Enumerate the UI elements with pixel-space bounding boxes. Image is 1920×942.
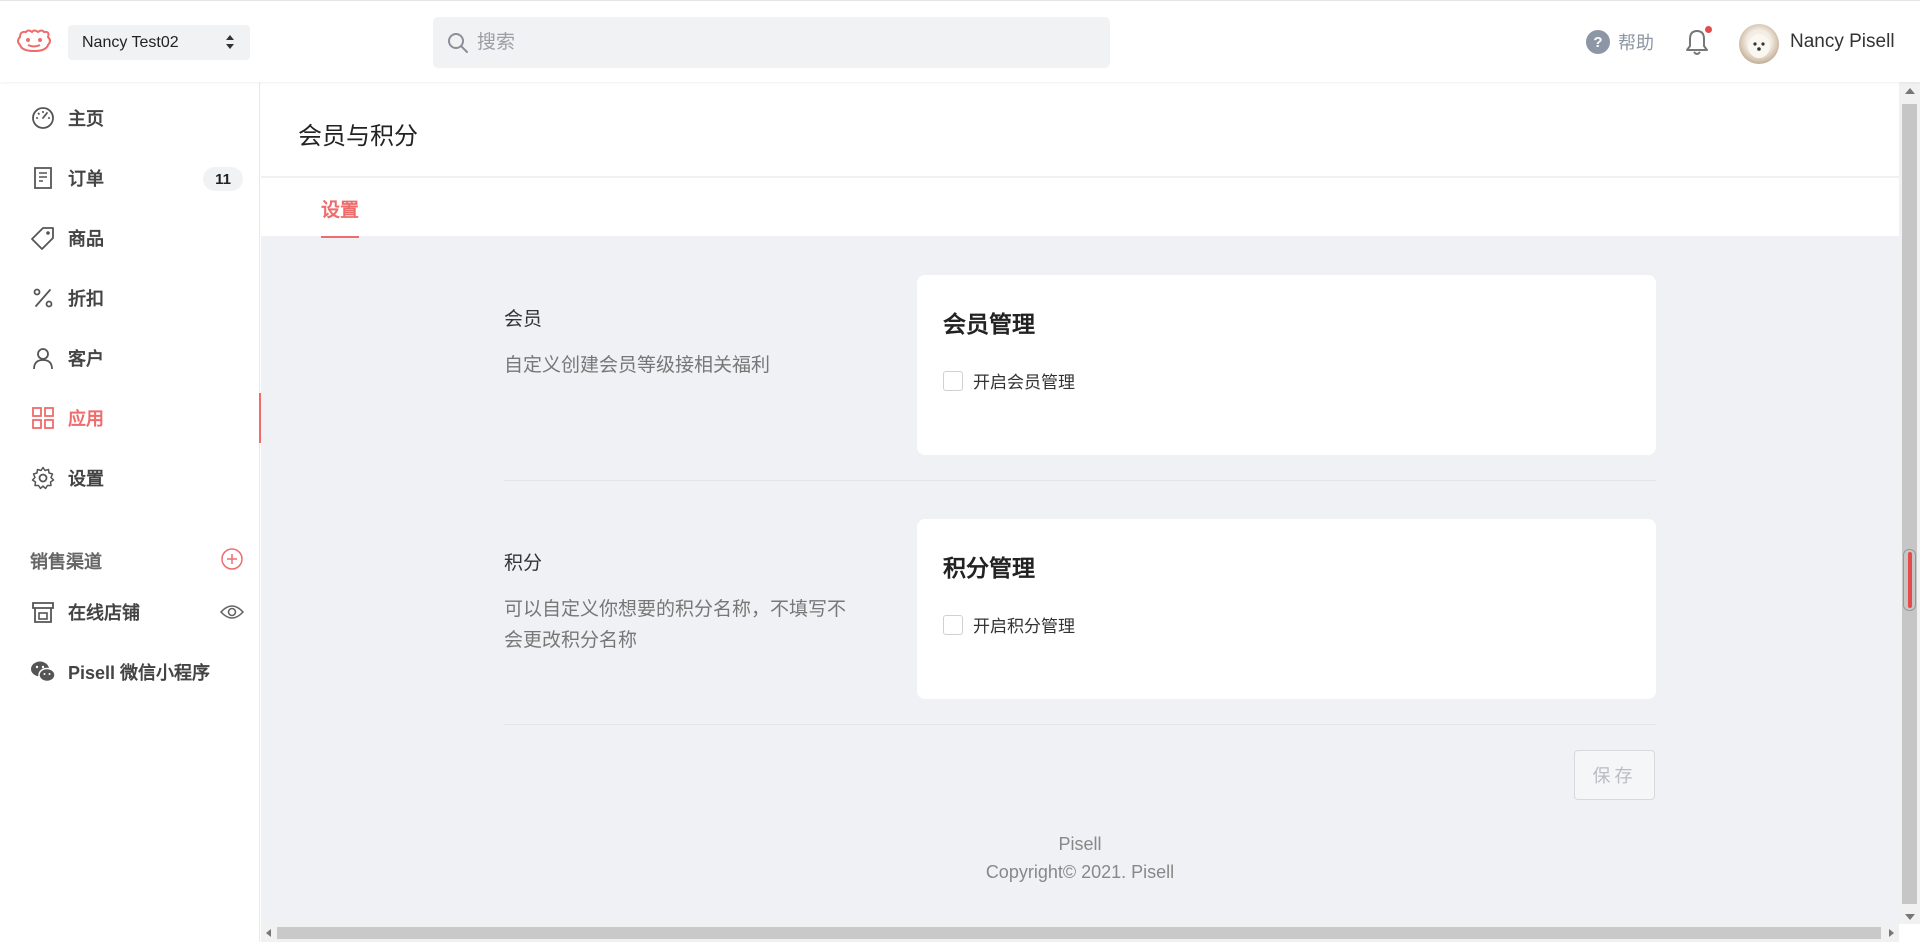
enable-points-option[interactable]: 开启积分管理 — [943, 612, 1075, 637]
scroll-position-marker — [1908, 552, 1912, 608]
help-label: 帮助 — [1618, 33, 1654, 53]
scroll-up-arrow-icon[interactable] — [1905, 88, 1915, 94]
store-name: Nancy Test02 — [82, 33, 179, 51]
apps-grid-icon — [30, 405, 56, 431]
points-card: 积分管理 开启积分管理 — [917, 519, 1656, 699]
main-content: 会员与积分 设置 会员 自定义创建会员等级接相关福利 会员管理 开启会员管理 积… — [261, 82, 1899, 924]
horizontal-scrollbar[interactable] — [261, 924, 1899, 942]
svg-text:?: ? — [1593, 34, 1602, 51]
enable-membership-checkbox[interactable] — [943, 370, 963, 391]
divider — [504, 480, 1656, 481]
tab-settings[interactable]: 设置 — [321, 195, 360, 238]
checkbox-label: 开启会员管理 — [973, 373, 1075, 392]
footer-brand: Pisell — [1058, 834, 1102, 854]
membership-card: 会员管理 开启会员管理 — [917, 275, 1656, 455]
enable-points-checkbox[interactable] — [943, 614, 963, 635]
pisell-logo-icon[interactable] — [16, 27, 52, 55]
sidebar-item-label: 订单 — [68, 169, 104, 189]
page-title: 会员与积分 — [298, 123, 418, 150]
sidebar-item-wechat-mini-program[interactable]: Pisell 微信小程序 — [0, 650, 260, 694]
sidebar-item-customers[interactable]: 客户 — [0, 336, 260, 380]
card-title: 会员管理 — [943, 311, 1035, 337]
vertical-scrollbar[interactable] — [1899, 82, 1920, 924]
section-title: 会员 — [504, 309, 543, 330]
search-box[interactable] — [433, 17, 1110, 68]
user-name[interactable]: Nancy Pisell — [1790, 31, 1895, 53]
footer-copyright: Copyright© 2021. Pisell — [985, 862, 1175, 882]
sidebar-item-label: 客户 — [68, 349, 104, 369]
membership-section-info: 会员 自定义创建会员等级接相关福利 — [504, 304, 864, 381]
scroll-right-arrow-icon[interactable] — [1889, 929, 1894, 937]
page-header: 会员与积分 — [261, 82, 1899, 177]
percent-icon — [30, 285, 56, 311]
top-bar: Nancy Test02 ? 帮助 Nancy Pisell — [0, 0, 1920, 82]
help-circle-icon: ? — [1586, 30, 1610, 54]
sidebar-item-label: 商品 — [68, 229, 104, 249]
points-section-info: 积分 可以自定义你想要的积分名称，不填写不会更改积分名称 — [504, 548, 864, 656]
sidebar: 主页 订单 11 商品 折扣 客户 应用 设置 销售渠道 在线店铺 Pisell… — [0, 82, 261, 942]
orders-count-badge: 11 — [203, 167, 243, 191]
help-link[interactable]: ? 帮助 — [1586, 29, 1654, 55]
sidebar-item-home[interactable]: 主页 — [0, 96, 260, 140]
wechat-icon — [30, 659, 56, 685]
sidebar-item-orders[interactable]: 订单 11 — [0, 156, 260, 200]
scrollbar-thumb[interactable] — [1902, 104, 1917, 904]
save-button[interactable]: 保存 — [1574, 750, 1655, 800]
section-description: 可以自定义你想要的积分名称，不填写不会更改积分名称 — [504, 599, 847, 651]
search-icon — [448, 32, 468, 53]
user-icon — [30, 345, 56, 371]
sidebar-item-label: 设置 — [68, 469, 104, 489]
card-title: 积分管理 — [943, 555, 1035, 581]
sort-arrows-icon — [226, 35, 234, 49]
sidebar-item-apps[interactable]: 应用 — [0, 393, 261, 443]
scrollbar-thumb[interactable] — [277, 927, 1881, 939]
sidebar-item-settings[interactable]: 设置 — [0, 456, 260, 500]
gear-icon — [30, 465, 56, 491]
tab-bar: 设置 — [261, 178, 1899, 238]
enable-membership-option[interactable]: 开启会员管理 — [943, 368, 1075, 393]
notifications-button[interactable] — [1685, 26, 1712, 56]
sidebar-item-discounts[interactable]: 折扣 — [0, 276, 260, 320]
search-input[interactable] — [477, 31, 1077, 54]
sidebar-item-label: 主页 — [68, 109, 104, 129]
sidebar-item-label: 在线店铺 — [68, 603, 140, 623]
checkbox-label: 开启积分管理 — [973, 617, 1075, 636]
dashboard-icon — [30, 105, 56, 131]
avatar[interactable] — [1739, 24, 1779, 64]
section-description: 自定义创建会员等级接相关福利 — [504, 355, 771, 376]
store-selector[interactable]: Nancy Test02 — [68, 25, 250, 60]
eye-icon[interactable] — [220, 602, 244, 622]
dog-avatar-icon — [1748, 34, 1770, 58]
receipt-icon — [30, 165, 56, 191]
section-title: 积分 — [504, 553, 543, 574]
scroll-down-arrow-icon[interactable] — [1905, 914, 1915, 920]
sidebar-item-label: 应用 — [68, 409, 104, 429]
sidebar-item-products[interactable]: 商品 — [0, 216, 260, 260]
scroll-left-arrow-icon[interactable] — [266, 929, 271, 937]
add-circle-icon[interactable] — [221, 548, 243, 570]
notification-dot — [1705, 26, 1712, 33]
footer: Pisell Copyright© 2021. Pisell — [261, 830, 1899, 886]
sidebar-item-label: Pisell 微信小程序 — [68, 663, 211, 683]
sidebar-item-label: 折扣 — [68, 289, 104, 309]
sales-channels-label: 销售渠道 — [30, 552, 102, 572]
divider — [504, 724, 1656, 725]
tag-icon — [30, 225, 56, 251]
sidebar-item-online-store[interactable]: 在线店铺 — [0, 590, 260, 634]
store-icon — [30, 599, 56, 625]
